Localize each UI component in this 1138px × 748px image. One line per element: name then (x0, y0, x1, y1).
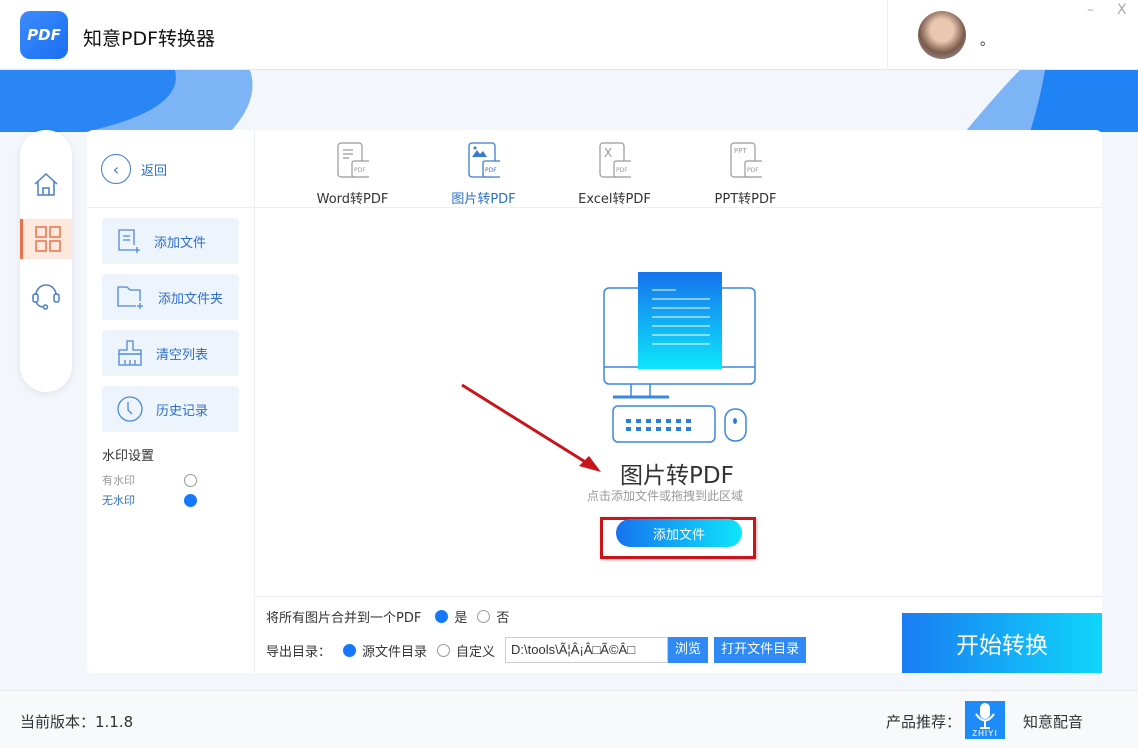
export-label: 导出目录： (266, 644, 332, 660)
clear-list-button[interactable]: 清空列表 (102, 330, 239, 376)
tab-ppt-to-pdf[interactable]: PPT PDF PPT转PDF (680, 140, 811, 207)
tab-label: Word转PDF (316, 192, 389, 207)
watermark-on-radio[interactable] (184, 473, 197, 487)
history-button[interactable]: 历史记录 (102, 386, 239, 432)
version-text: 当前版本：1.1.8 (20, 713, 134, 731)
start-convert-button[interactable]: 开始转换 (902, 613, 1102, 673)
open-folder-button[interactable]: 打开文件目录 (714, 637, 807, 663)
tab-label: Excel转PDF (578, 192, 651, 207)
divider (87, 207, 255, 208)
excel-icon-text: X (604, 146, 612, 160)
add-file-icon (118, 229, 140, 253)
option-label: 有水印 (102, 474, 135, 487)
tab-label: PPT转PDF (714, 192, 777, 207)
add-folder-icon (117, 286, 143, 309)
app-title: 知意PDF转换器 (83, 28, 216, 50)
pdf-badge: PDF (616, 167, 628, 174)
pdf-badge: PDF (747, 167, 759, 174)
ppt-icon-text: PPT (734, 147, 747, 155)
option-label: 无水印 (102, 494, 135, 507)
tab-word-to-pdf[interactable]: PDF Word转PDF (287, 140, 418, 207)
image-doc-icon: PDF (467, 142, 502, 178)
watermark-on-option[interactable]: 有水印 (102, 472, 197, 488)
minimize-button[interactable]: – (1087, 2, 1094, 18)
watermark-off-option[interactable]: 无水印 (102, 492, 197, 508)
background-waves (0, 70, 1138, 132)
browse-button[interactable]: 浏览 (668, 637, 709, 663)
add-file-button[interactable]: 添加文件 (102, 218, 239, 264)
ppt-doc-icon: PPT PDF (729, 142, 764, 178)
username: 。 (980, 33, 994, 49)
user-area: 。 – X (887, 0, 1138, 70)
word-doc-icon: PDF (336, 142, 371, 178)
computer-illustration-icon (603, 272, 756, 443)
action-label: 添加文件夹 (158, 291, 224, 307)
avatar[interactable] (918, 11, 966, 59)
export-source-label: 源文件目录 (362, 644, 428, 660)
home-icon (34, 172, 58, 196)
footer: 当前版本：1.1.8 产品推荐： ZHIYI 知意配音 (0, 690, 1138, 748)
nav-support[interactable] (20, 275, 72, 315)
nav-home[interactable] (20, 164, 72, 204)
drop-title: 图片转PDF (620, 463, 734, 489)
export-source-radio[interactable] (343, 643, 357, 657)
back-button[interactable]: ‹ 返回 (101, 154, 167, 184)
drop-hint: 点击添加文件或拖拽到此区域 (587, 489, 744, 503)
action-label: 清空列表 (156, 347, 209, 363)
recommend-label: 产品推荐： (886, 713, 962, 731)
merge-label: 将所有图片合并到一个PDF (266, 611, 422, 626)
main-panel: ‹ 返回 添加文件 添加文件夹 清空列表 历史记录 水印设置 有水印 无水印 P… (87, 130, 1102, 673)
product-icon[interactable]: ZHIYI (965, 701, 1005, 739)
left-column: ‹ 返回 添加文件 添加文件夹 清空列表 历史记录 水印设置 有水印 无水印 (87, 130, 255, 673)
nav-tools[interactable] (20, 219, 72, 259)
product-icon-text: ZHIYI (972, 729, 998, 738)
export-row: 导出目录： 源文件目录 自定义 D:\tools\Ã¦Â¡Â□Ã©Â□ 浏览 打… (266, 637, 807, 663)
tab-excel-to-pdf[interactable]: X PDF Excel转PDF (549, 140, 680, 207)
app-logo: PDF (20, 11, 68, 59)
chevron-left-icon: ‹ (101, 154, 131, 184)
broom-icon (118, 340, 142, 366)
title-bar: PDF 知意PDF转换器 。 – X (0, 0, 1138, 70)
action-label: 添加文件 (154, 235, 207, 251)
tab-label: 图片转PDF (451, 192, 516, 207)
merge-yes-label: 是 (454, 611, 468, 626)
export-custom-label: 自定义 (456, 644, 496, 660)
tab-image-to-pdf[interactable]: PDF 图片转PDF (418, 140, 549, 207)
merge-row: 将所有图片合并到一个PDF 是 否 (266, 607, 509, 626)
watermark-off-radio[interactable] (184, 493, 197, 507)
merge-no-label: 否 (496, 611, 510, 626)
export-path-input[interactable]: D:\tools\Ã¦Â¡Â□Ã©Â□ (505, 637, 669, 663)
pdf-badge: PDF (485, 167, 497, 174)
merge-no-radio[interactable] (477, 610, 491, 623)
add-file-main-button[interactable]: 添加文件 (616, 519, 742, 547)
close-button[interactable]: X (1117, 2, 1127, 18)
logo-text: PDF (27, 26, 61, 44)
export-custom-radio[interactable] (437, 643, 451, 657)
action-label: 历史记录 (156, 403, 209, 419)
annotation-arrow-icon (461, 383, 601, 472)
side-nav (20, 130, 72, 392)
grid-icon (34, 226, 61, 252)
excel-doc-icon: X PDF (598, 142, 633, 178)
watermark-title: 水印设置 (102, 449, 155, 464)
clock-icon (117, 396, 143, 422)
product-link[interactable]: 知意配音 (1023, 711, 1083, 732)
add-folder-button[interactable]: 添加文件夹 (102, 274, 239, 320)
microphone-icon (975, 703, 995, 729)
headset-icon (32, 284, 60, 310)
back-label: 返回 (141, 163, 168, 179)
conversion-tabs: PDF Word转PDF PDF 图片转PDF X PDF Excel转PDF P… (287, 140, 811, 207)
merge-yes-radio[interactable] (435, 610, 449, 623)
pdf-badge: PDF (354, 167, 366, 174)
drop-zone[interactable]: 图片转PDF 点击添加文件或拖拽到此区域 添加文件 (255, 208, 1102, 596)
